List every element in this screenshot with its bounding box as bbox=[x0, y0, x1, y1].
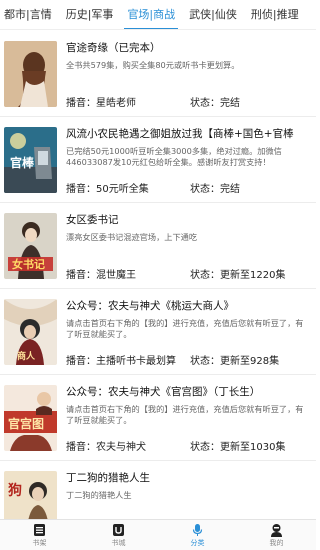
tab-crime-mystery[interactable]: 刑侦|推理 bbox=[244, 0, 306, 29]
list-item[interactable]: 官途奇缘（已完本） 全书共579集，购买全集80元或听书卡更划算。 播音：星皓老… bbox=[0, 31, 316, 117]
book-description: 漂亮女区委书记混迹官场，上下通吃 bbox=[66, 232, 198, 242]
nav-bookstore[interactable]: 书城 bbox=[79, 520, 158, 550]
nav-bookshelf[interactable]: 书架 bbox=[0, 520, 79, 550]
microphone-icon bbox=[192, 524, 203, 536]
bookstore-icon bbox=[113, 524, 124, 536]
book-title: 公众号：农夫与神犬《官宫图》（丁长生） bbox=[66, 386, 261, 398]
tab-history-military[interactable]: 历史|军事 bbox=[59, 0, 121, 29]
category-tabs: 都市|言情 历史|军事 官场|商战 武侠|仙侠 刑侦|推理 bbox=[0, 0, 316, 30]
book-list: 官途奇缘（已完本） 全书共579集，购买全集80元或听书卡更划算。 播音：星皓老… bbox=[0, 31, 316, 519]
list-item[interactable]: 商人 公众号：农夫与神犬《桃运大商人》 请点击首页右下角的【我的】进行充值，充值… bbox=[0, 289, 316, 375]
book-description: 全书共579集，购买全集80元或听书卡更划算。 bbox=[66, 60, 240, 70]
nav-label: 分类 bbox=[190, 539, 205, 547]
cover-title-text: 官宫图 bbox=[8, 416, 44, 431]
book-title: 女区委书记 bbox=[66, 214, 119, 226]
book-anchor: 播音：主播听书卡最划算 bbox=[66, 356, 176, 367]
nav-label: 书架 bbox=[32, 539, 47, 547]
list-item[interactable]: 官棒 风流小农民艳遇之御姐放过我【商棒+国色+官棒 已完结50元1000听豆听全… bbox=[0, 117, 316, 203]
book-cover: 狗 bbox=[4, 471, 57, 519]
bottom-nav: 书架 书城 分类 我的 bbox=[0, 519, 316, 550]
book-cover bbox=[4, 41, 57, 107]
book-anchor: 播音：星皓老师 bbox=[66, 98, 136, 109]
cover-title-text: 官棒 bbox=[10, 155, 35, 170]
list-item[interactable]: 狗 丁二狗的猎艳人生 丁二狗的猎艳人生 bbox=[0, 461, 316, 519]
cover-title-text: 狗 bbox=[8, 482, 22, 499]
book-title: 丁二狗的猎艳人生 bbox=[66, 472, 150, 484]
nav-profile[interactable]: 我的 bbox=[237, 520, 316, 550]
book-status: 状态：更新至1220集 bbox=[190, 270, 286, 281]
book-description: 丁二狗的猎艳人生 bbox=[66, 490, 132, 500]
book-cover: 商人 bbox=[4, 299, 57, 365]
book-status: 状态：完结 bbox=[190, 184, 240, 195]
book-title: 风流小农民艳遇之御姐放过我【商棒+国色+官棒 bbox=[66, 128, 294, 140]
book-description: 请点击首页右下角的【我的】进行充值，充值后您就有听豆了，有了听豆就能买了。 bbox=[66, 318, 304, 339]
tab-wuxia-xianxia[interactable]: 武侠|仙侠 bbox=[182, 0, 244, 29]
book-cover: 官棒 bbox=[4, 127, 57, 193]
book-title: 公众号：农夫与神犬《桃运大商人》 bbox=[66, 300, 234, 312]
book-title: 官途奇缘（已完本） bbox=[66, 42, 161, 54]
book-anchor: 播音：50元听全集 bbox=[66, 184, 149, 195]
book-anchor: 播音：农夫与神犬 bbox=[66, 442, 146, 453]
nav-label: 书城 bbox=[111, 539, 126, 547]
book-status: 状态：完结 bbox=[190, 98, 240, 109]
nav-category[interactable]: 分类 bbox=[158, 520, 237, 550]
cover-title-text: 女书记 bbox=[12, 257, 45, 271]
book-cover: 女书记 bbox=[4, 213, 57, 279]
book-anchor: 播音：混世魔王 bbox=[66, 270, 136, 281]
book-description: 请点击首页右下角的【我的】进行充值，充值后您就有听豆了，有了听豆就能买了。 bbox=[66, 404, 304, 425]
book-cover: 官宫图 bbox=[4, 385, 57, 451]
tab-officialdom-business[interactable]: 官场|商战 bbox=[120, 0, 182, 29]
list-item[interactable]: 女书记 女区委书记 漂亮女区委书记混迹官场，上下通吃 播音：混世魔王 状态：更新… bbox=[0, 203, 316, 289]
bookshelf-icon bbox=[34, 524, 45, 536]
cover-title-text: 商人 bbox=[17, 350, 36, 362]
book-status: 状态：更新至928集 bbox=[190, 356, 280, 367]
tab-urban-romance[interactable]: 都市|言情 bbox=[0, 0, 59, 29]
profile-icon bbox=[271, 524, 282, 537]
nav-label: 我的 bbox=[269, 539, 284, 547]
list-item[interactable]: 官宫图 公众号：农夫与神犬《官宫图》（丁长生） 请点击首页右下角的【我的】进行充… bbox=[0, 375, 316, 461]
book-status: 状态：更新至1030集 bbox=[190, 442, 286, 453]
book-description: 已完结50元1000听豆听全集3000多集，绝对过瘾。加微信446033087发… bbox=[66, 146, 282, 167]
